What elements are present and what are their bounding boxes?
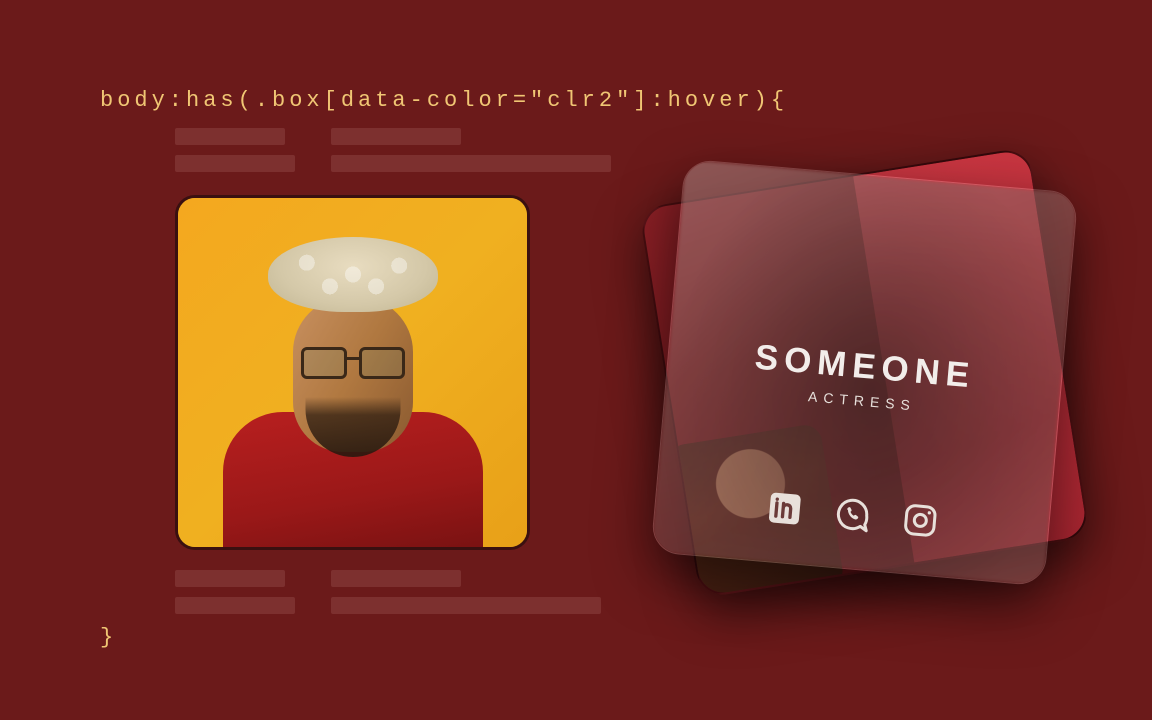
css-selector-code: body:has(.box[data-color="clr2"]:hover){ [100, 88, 788, 113]
profile-card-front[interactable]: SOMEONE ACTRESS [651, 159, 1079, 587]
whatsapp-icon[interactable] [830, 493, 873, 536]
card-name: SOMEONE [753, 337, 977, 396]
placeholder-bar [175, 155, 295, 172]
card-role: ACTRESS [808, 388, 917, 413]
placeholder-bar [175, 128, 285, 145]
placeholder-bar [331, 128, 461, 145]
profile-photo-box[interactable] [175, 195, 530, 550]
linkedin-icon[interactable] [763, 487, 806, 530]
photo-person [213, 227, 493, 547]
placeholder-bar [331, 570, 461, 587]
css-close-brace: } [100, 625, 117, 650]
placeholder-bar [331, 155, 611, 172]
instagram-icon[interactable] [898, 499, 941, 542]
placeholder-rows-bottom [175, 570, 601, 614]
placeholder-bar [175, 570, 285, 587]
placeholder-bar [331, 597, 601, 614]
placeholder-bar [175, 597, 295, 614]
placeholder-rows-top [175, 128, 611, 172]
profile-card-stack: SOMEONE ACTRESS [667, 175, 1062, 570]
